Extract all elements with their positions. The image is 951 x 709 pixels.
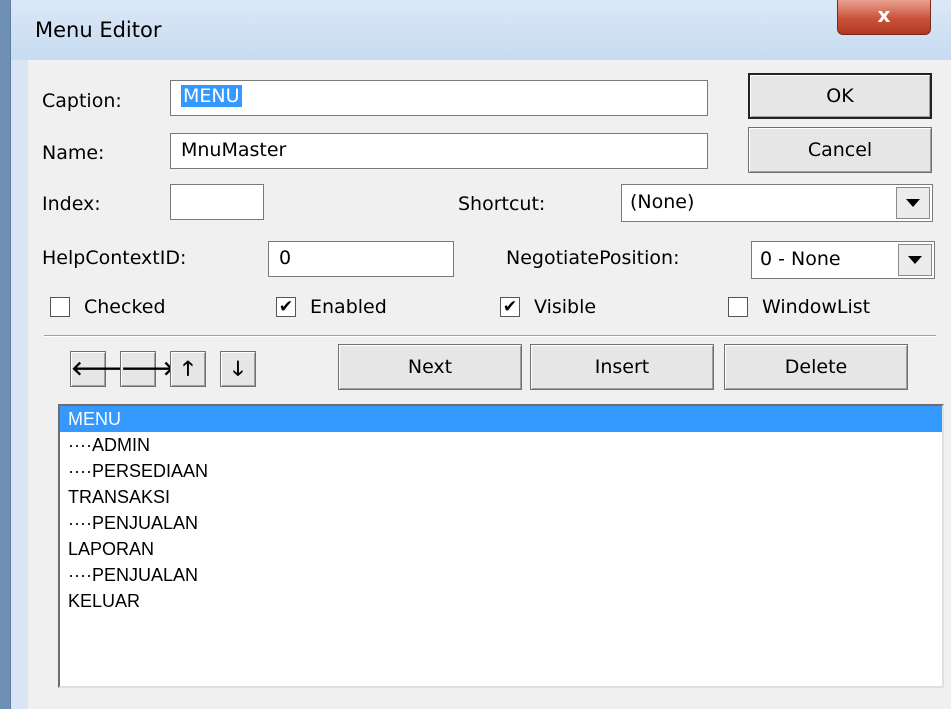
list-item[interactable]: ····PENJUALAN: [60, 562, 942, 588]
checkmark-icon: ✔: [502, 297, 518, 317]
list-item[interactable]: MENU: [60, 406, 942, 432]
negotiate-position-value: 0 - None: [760, 248, 841, 270]
list-item[interactable]: ····ADMIN: [60, 432, 942, 458]
caption-label: Caption:: [42, 90, 122, 112]
window-list-checkbox[interactable]: [728, 297, 748, 317]
close-icon: x: [877, 3, 891, 27]
dialog-body: Caption: MENU Name: MnuMaster Index: Sho…: [28, 60, 951, 709]
list-item[interactable]: TRANSAKSI: [60, 484, 942, 510]
arrow-left-icon: 🡐: [71, 356, 125, 380]
shortcut-dropdown[interactable]: (None): [621, 184, 933, 222]
checked-checkbox[interactable]: [50, 297, 70, 317]
arrow-up-icon: 🡑: [182, 356, 194, 380]
shortcut-value: (None): [630, 191, 695, 213]
delete-button[interactable]: Delete: [724, 344, 908, 390]
window-list-label[interactable]: WindowList: [762, 296, 870, 318]
dropdown-arrow-icon: [908, 256, 922, 264]
list-item[interactable]: LAPORAN: [60, 536, 942, 562]
checked-label[interactable]: Checked: [84, 296, 166, 318]
negotiate-position-dropdown-button[interactable]: [898, 244, 932, 276]
caption-input[interactable]: MENU: [170, 80, 708, 116]
move-up-button[interactable]: 🡑: [170, 351, 206, 387]
visible-label[interactable]: Visible: [534, 296, 596, 318]
name-value: MnuMaster: [181, 139, 287, 161]
menu-editor-window: Menu Editor x Caption: MENU Name: MnuMas…: [10, 0, 951, 709]
negotiate-position-dropdown[interactable]: 0 - None: [751, 241, 935, 279]
index-label: Index:: [42, 193, 101, 215]
checkmark-icon: ✔: [278, 297, 294, 317]
arrow-right-icon: 🡒: [121, 356, 175, 380]
help-context-id-label: HelpContextID:: [42, 247, 187, 269]
separator: [44, 335, 936, 337]
close-button[interactable]: x: [837, 0, 931, 35]
menu-items-list[interactable]: MENU ····ADMIN ····PERSEDIAAN TRANSAKSI …: [58, 404, 944, 688]
arrow-down-icon: 🡓: [232, 356, 244, 380]
help-context-id-input[interactable]: 0: [268, 241, 454, 277]
window-title: Menu Editor: [35, 18, 162, 42]
insert-button[interactable]: Insert: [530, 344, 714, 390]
list-item[interactable]: KELUAR: [60, 588, 942, 614]
help-context-id-value: 0: [279, 247, 292, 269]
enabled-checkbox[interactable]: ✔: [276, 297, 296, 317]
shortcut-dropdown-button[interactable]: [896, 187, 930, 219]
move-left-button[interactable]: 🡐: [70, 351, 125, 387]
negotiate-position-label: NegotiatePosition:: [506, 247, 680, 269]
caption-value: MENU: [181, 85, 242, 107]
title-bar: Menu Editor x: [11, 0, 951, 60]
visible-checkbox[interactable]: ✔: [500, 297, 520, 317]
name-input[interactable]: MnuMaster: [170, 133, 708, 169]
list-item[interactable]: ····PERSEDIAAN: [60, 458, 942, 484]
move-down-button[interactable]: 🡓: [220, 351, 256, 387]
shortcut-label: Shortcut:: [458, 193, 546, 215]
ok-button[interactable]: OK: [748, 73, 932, 119]
index-input[interactable]: [170, 184, 264, 220]
cancel-button[interactable]: Cancel: [748, 127, 932, 173]
dropdown-arrow-icon: [906, 199, 920, 207]
enabled-label[interactable]: Enabled: [310, 296, 387, 318]
next-button[interactable]: Next: [338, 344, 522, 390]
name-label: Name:: [42, 142, 105, 164]
move-right-button[interactable]: 🡒: [120, 351, 175, 387]
desktop-edge: [0, 0, 10, 709]
list-item[interactable]: ····PENJUALAN: [60, 510, 942, 536]
